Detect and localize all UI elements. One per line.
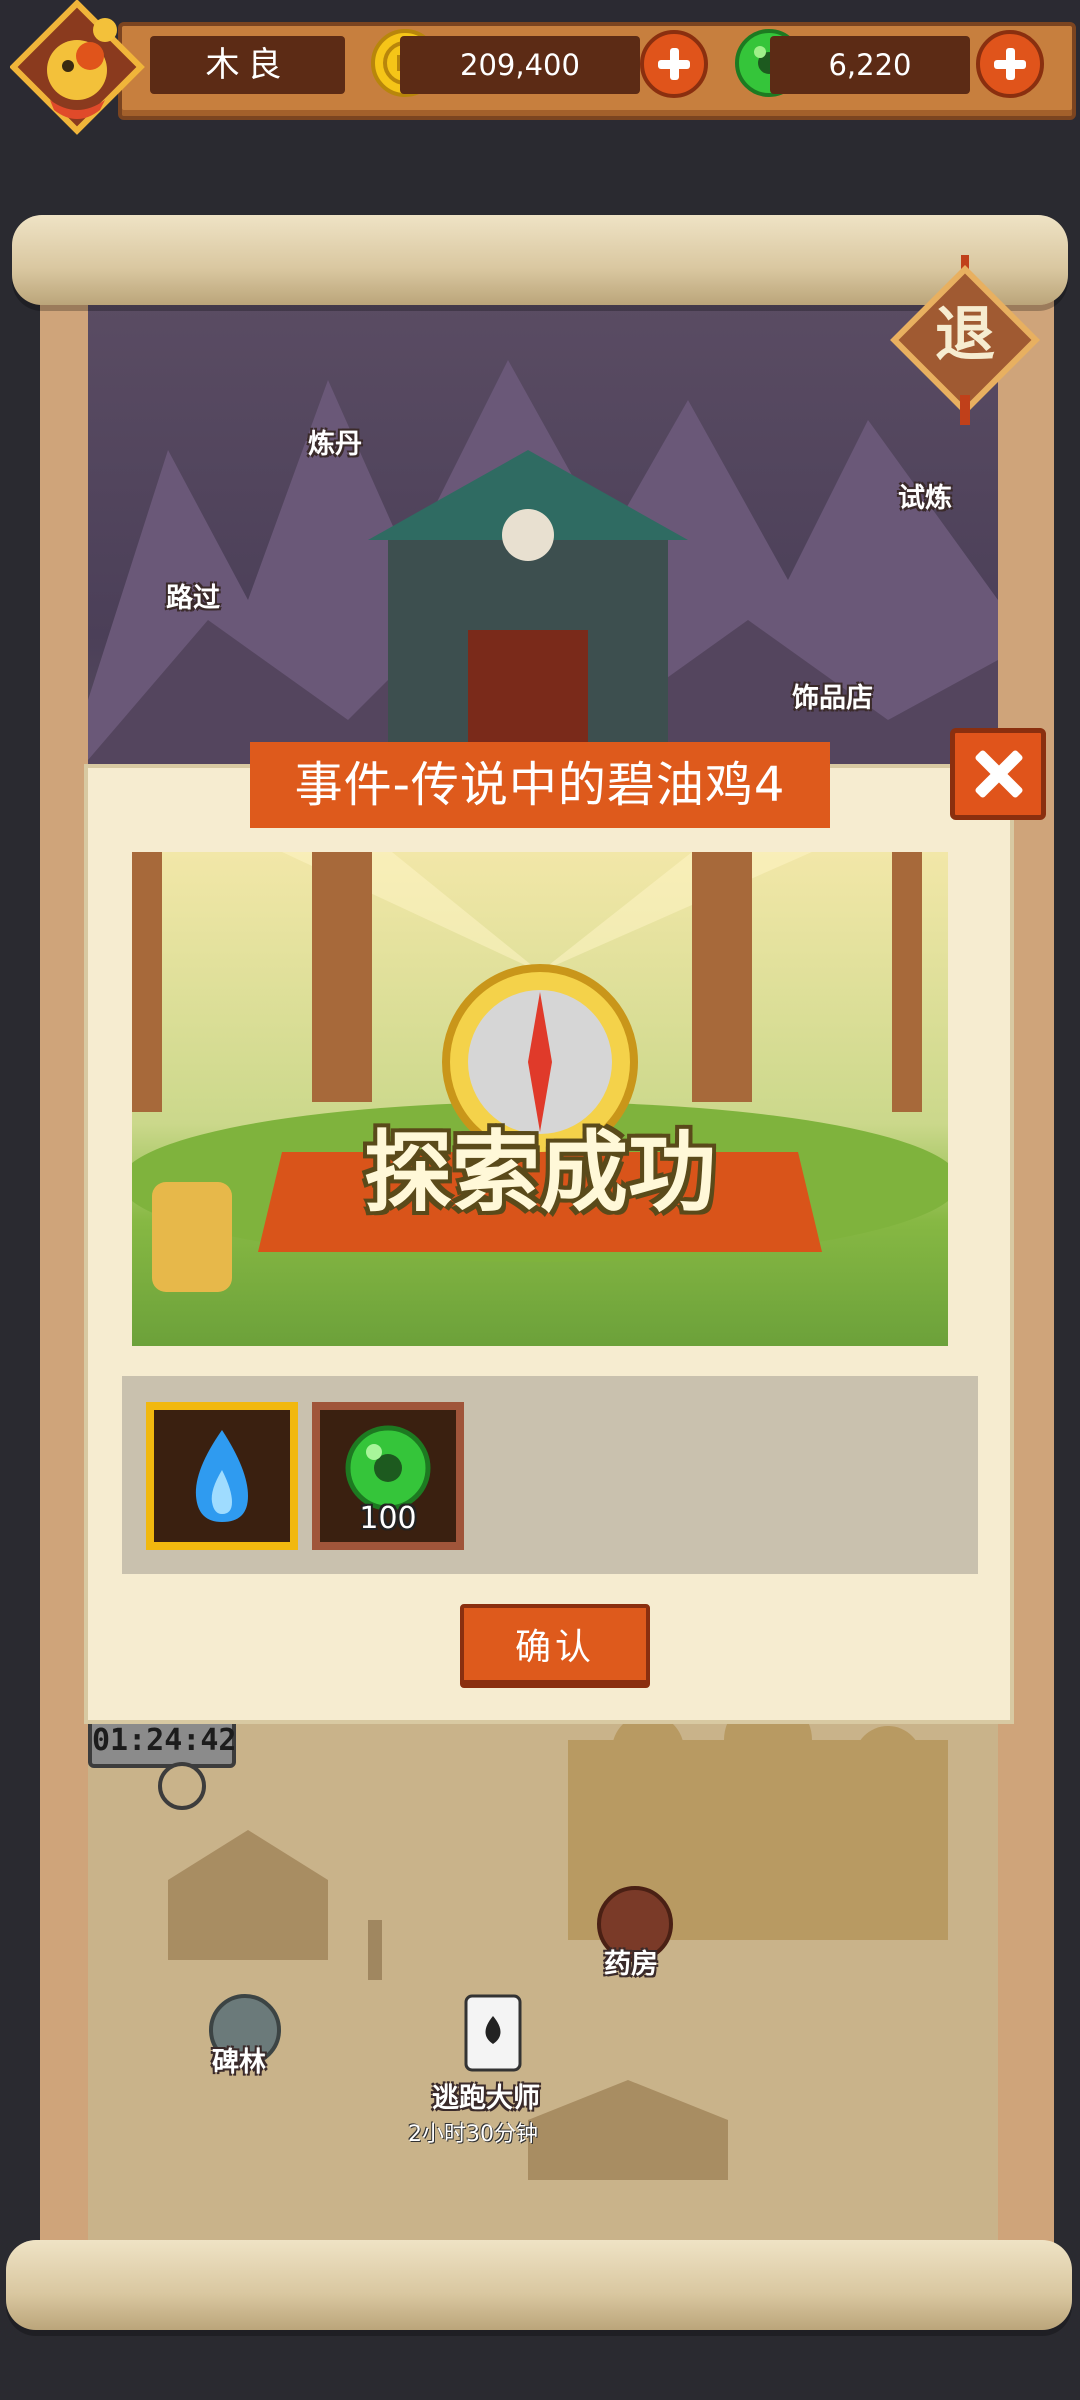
- player-avatar-icon[interactable]: [10, 0, 145, 135]
- blue-flame-icon: [195, 1430, 248, 1522]
- playing-card-icon: [464, 1994, 522, 2072]
- exploration-success-banner: 探索成功: [132, 852, 948, 1346]
- map-location-pharmacy[interactable]: 药房: [604, 1942, 658, 1981]
- map-location-passing[interactable]: 路过: [166, 576, 220, 615]
- map-location-stele-forest[interactable]: 碑林: [212, 2040, 266, 2079]
- jade-count: 6,220: [770, 36, 970, 94]
- close-button[interactable]: [950, 728, 1046, 820]
- map-location-escape-master[interactable]: 逃跑大师: [432, 2076, 540, 2115]
- top-resource-bar: 木良 209,400 6,220: [0, 0, 1080, 135]
- dialog-title: 事件-传说中的碧油鸡4: [250, 742, 830, 828]
- stopwatch-icon: [158, 1762, 206, 1810]
- add-jade-button[interactable]: [976, 30, 1044, 98]
- map-location-trial[interactable]: 试炼: [898, 476, 952, 515]
- add-coins-button[interactable]: [640, 30, 708, 98]
- game-screen: 木良 209,400 6,220 炼丹 路过 试炼 饰品店 01:24:42 药…: [0, 0, 1080, 2400]
- player-name: 木良: [150, 36, 345, 94]
- map-location-alchemy[interactable]: 炼丹: [308, 422, 362, 461]
- forest-scene: [132, 852, 948, 1292]
- reward-slot-blue-flame[interactable]: [146, 1402, 298, 1550]
- exit-label[interactable]: 退: [935, 300, 995, 370]
- coin-count: 209,400: [400, 36, 640, 94]
- scroll-rod-bottom: [6, 2240, 1072, 2330]
- escape-timer: 2小时30分钟: [408, 2122, 538, 2147]
- exit-sign-tassel: [960, 395, 970, 425]
- desert-scenery: [168, 1700, 948, 2180]
- banner-text: 探索成功: [363, 1121, 716, 1224]
- map-location-accessory-shop[interactable]: 饰品店: [792, 676, 873, 715]
- reward-slot-jade[interactable]: 100: [312, 1402, 464, 1550]
- confirm-button[interactable]: 确认: [460, 1604, 650, 1688]
- map-lower-area: [88, 1700, 998, 2260]
- reward-quantity: 100: [359, 1501, 417, 1536]
